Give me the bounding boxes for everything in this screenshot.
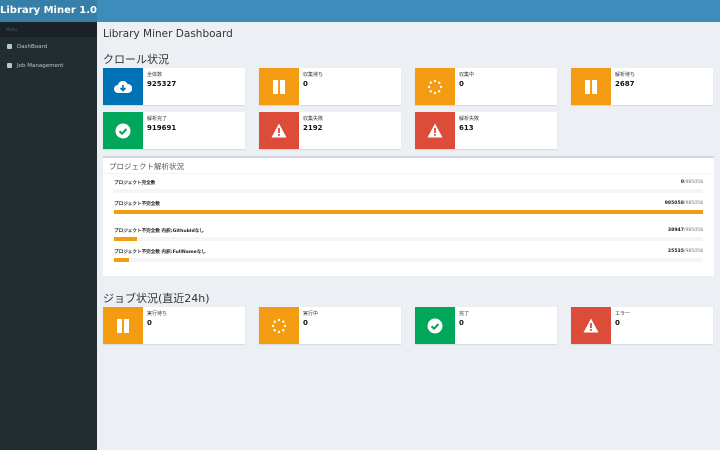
progress-total: /985058: [683, 249, 703, 254]
sidebar-item-job-management[interactable]: Job Management: [0, 56, 97, 75]
dashboard-icon: [7, 44, 12, 49]
progress-total: /985058: [683, 180, 703, 185]
info-box-value: 0: [303, 319, 308, 327]
warning-icon: [259, 112, 299, 149]
pause-icon: [571, 68, 611, 105]
info-box-value: 613: [459, 124, 474, 132]
check-circle-icon: [415, 307, 455, 344]
warning-icon: [571, 307, 611, 344]
check-circle-icon: [103, 112, 143, 149]
spinner-icon: [259, 307, 299, 344]
progress-bar: [114, 237, 703, 241]
info-box-label: 収集失敗: [303, 116, 324, 122]
progress-label: プロジェクト完全数: [114, 181, 156, 186]
info-box: 全体数 925327: [103, 68, 245, 105]
info-box-label: 解析待ち: [615, 72, 636, 78]
top-navbar: [97, 0, 720, 22]
info-box-value: 2192: [303, 124, 323, 132]
info-box-label: 全体数: [147, 72, 163, 78]
database-icon: [7, 63, 12, 68]
progress-bar: [114, 258, 703, 262]
progress-fill: [114, 210, 703, 214]
progress-label: プロジェクト不完全数: [114, 202, 160, 207]
info-box-label: 完了: [459, 311, 470, 317]
info-box: 解析待ち 2687: [571, 68, 713, 105]
info-box: 収集待ち 0: [259, 68, 401, 105]
info-box-label: 実行中: [303, 311, 319, 317]
info-box: 収集中 0: [415, 68, 557, 105]
warning-icon: [415, 112, 455, 149]
progress-value: 25535: [667, 249, 684, 254]
page-title: Library Miner Dashboard: [103, 28, 233, 40]
info-box: 収集失敗 2192: [259, 112, 401, 149]
progress-fill: [114, 258, 130, 262]
info-box-value: 0: [459, 80, 464, 88]
progress-group: プロジェクト不完全数 内訳:Githubldなし 38947/985058: [103, 228, 714, 241]
info-box-value: 919691: [147, 124, 177, 132]
progress-value: 985058: [664, 201, 684, 206]
info-box: エラー 0: [571, 307, 713, 344]
main-content: Library Miner Dashboard クロール状況 全体数 925327…: [97, 22, 720, 450]
info-box-value: 2687: [615, 80, 635, 88]
info-box-label: 実行待ち: [147, 311, 168, 317]
progress-value: 38947: [667, 228, 684, 233]
progress-bar: [114, 210, 703, 214]
progress-group: プロジェクト不完全数 985058/985058: [103, 201, 714, 214]
progress-group: プロジェクト不完全数 内訳:FullNameなし 25535/985058: [103, 249, 714, 262]
progress-fill: [114, 237, 138, 241]
jobs-section-title: ジョブ状況(直近24h): [103, 292, 210, 305]
info-box: 実行中 0: [259, 307, 401, 344]
info-box-label: エラー: [615, 311, 631, 317]
pause-icon: [259, 68, 299, 105]
info-box: 解析完了 919691: [103, 112, 245, 149]
progress-label: プロジェクト不完全数 内訳:Githubldなし: [114, 229, 204, 234]
info-box-value: 0: [615, 319, 620, 327]
info-box: 完了 0: [415, 307, 557, 344]
crawl-section-title: クロール状況: [103, 53, 169, 66]
info-box-label: 解析完了: [147, 116, 168, 122]
project-panel: プロジェクト解析状況 プロジェクト完全数 0/985058 プロジェクト不完全数 98…: [103, 156, 714, 276]
progress-total: /985058: [683, 201, 703, 206]
info-box-value: 925327: [147, 80, 177, 88]
panel-title: プロジェクト解析状況: [103, 158, 714, 174]
progress-total: /985058: [683, 228, 703, 233]
info-box: 解析失敗 613: [415, 112, 557, 149]
sidebar-item-label: DashBoard: [17, 43, 48, 50]
spinner-icon: [415, 68, 455, 105]
progress-bar: [114, 189, 703, 193]
info-box-label: 収集待ち: [303, 72, 324, 78]
info-box-label: 収集中: [459, 72, 475, 78]
progress-group: プロジェクト完全数 0/985058: [103, 180, 714, 193]
info-box: 実行待ち 0: [103, 307, 245, 344]
sidebar-item-dashboard[interactable]: DashBoard: [0, 37, 97, 56]
menu-header: Menu: [0, 22, 97, 37]
info-box-value: 0: [147, 319, 152, 327]
pause-icon: [103, 307, 143, 344]
info-box-label: 解析失敗: [459, 116, 480, 122]
info-box-value: 0: [303, 80, 308, 88]
sidebar-item-label: Job Management: [17, 62, 64, 69]
progress-label: プロジェクト不完全数 内訳:FullNameなし: [114, 250, 206, 255]
sidebar: Menu DashBoard Job Management: [0, 22, 97, 450]
cloud-download-icon: [103, 68, 143, 105]
app-logo[interactable]: Library Miner 1.0: [0, 0, 97, 22]
info-box-value: 0: [459, 319, 464, 327]
